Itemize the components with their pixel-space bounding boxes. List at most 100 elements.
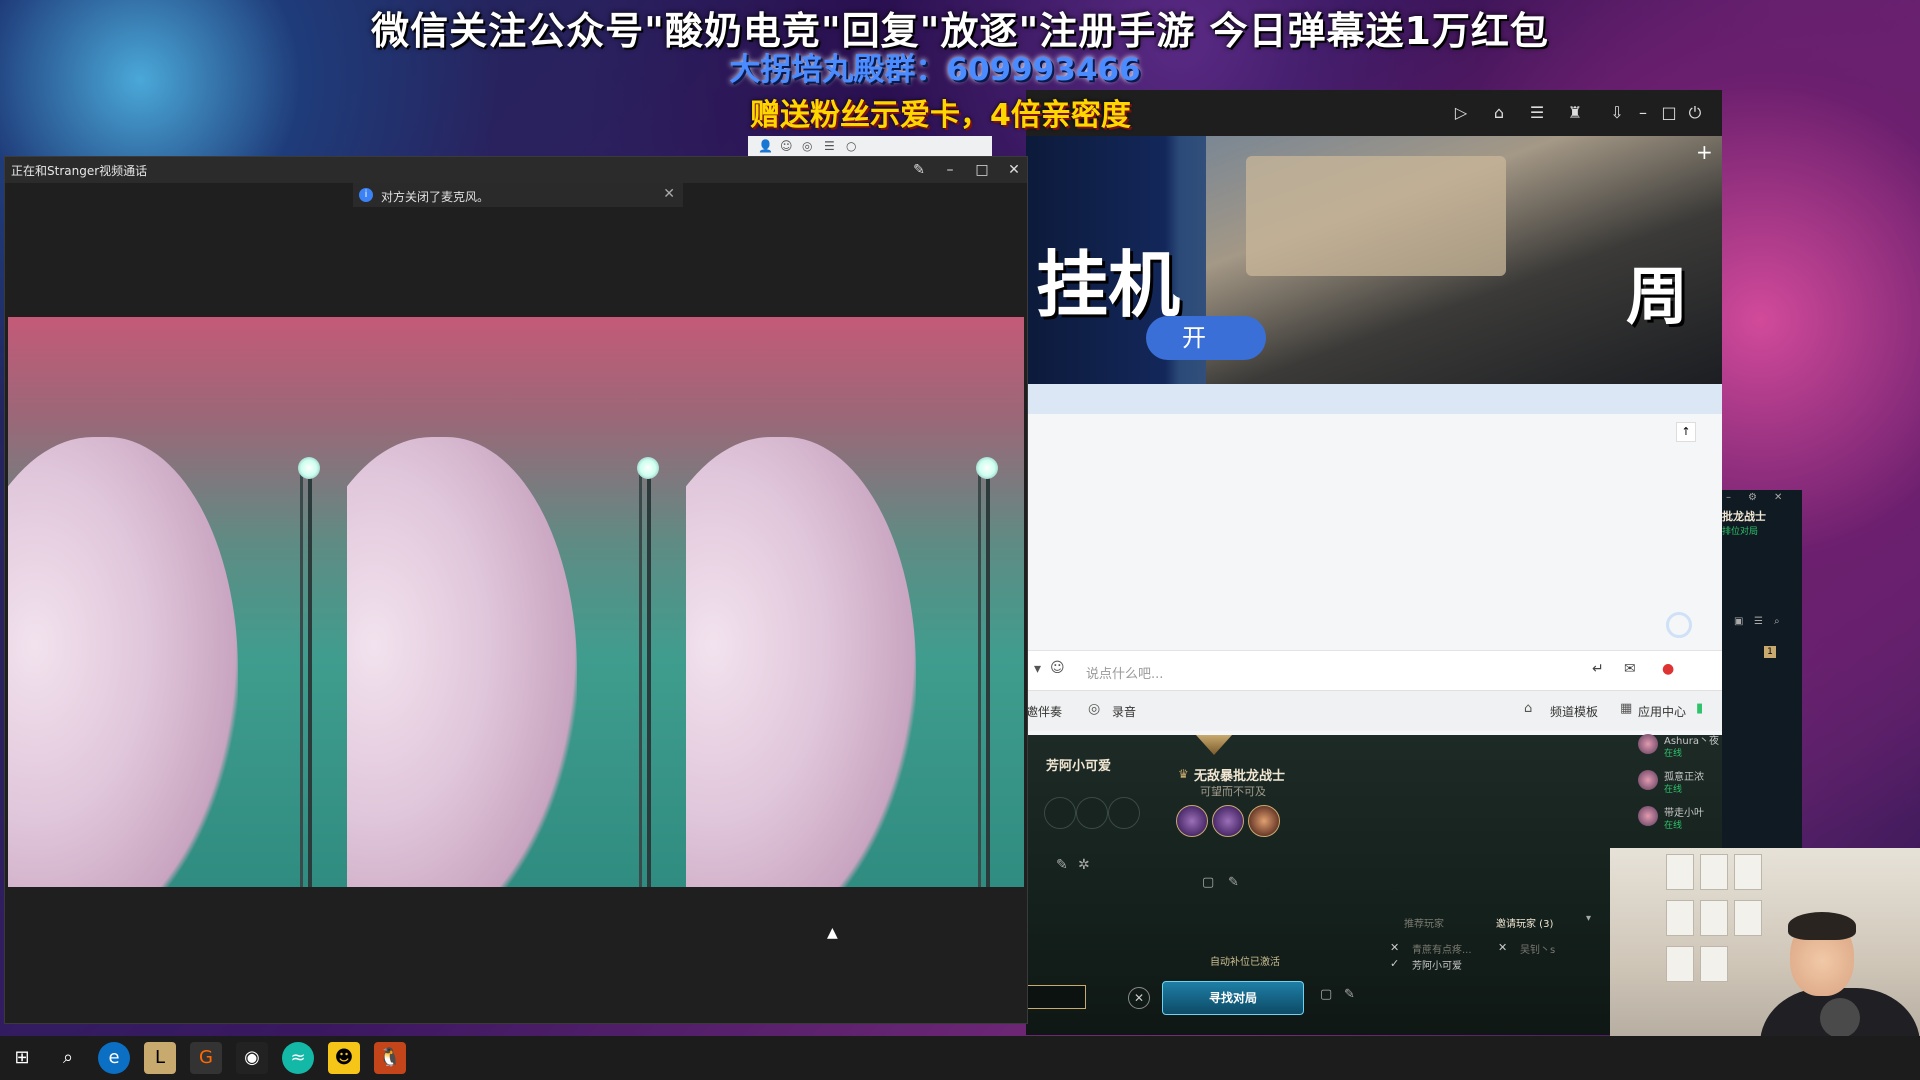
emoji-icon[interactable]: ▾ — [1034, 661, 1041, 677]
close-button[interactable]: ✕ — [1003, 160, 1025, 180]
minimize-button[interactable]: – — [1726, 492, 1731, 503]
grid-icon[interactable]: ▦ — [1620, 701, 1632, 716]
stream-banner-line3: 赠送粉丝示爱卡，4倍亲密度 — [750, 98, 1131, 133]
qq-icon[interactable]: 🐧 — [374, 1042, 406, 1074]
video-call-window: 正在和Stranger视频通话 ✎ – □ ✕ i 对方关闭了麦克风。 ✕ ▲ — [4, 156, 1028, 1024]
chat-input-placeholder[interactable]: 说点什么吧... — [1086, 663, 1163, 682]
edit-icon[interactable]: ✎ — [1228, 875, 1239, 890]
auto-fill-label: 自动补位已激活 — [1210, 957, 1280, 968]
chat-app-icon[interactable]: ≈ — [282, 1042, 314, 1074]
windows-start-icon[interactable]: ⊞ — [6, 1042, 38, 1074]
list-icon[interactable]: ☰ — [1754, 616, 1763, 627]
send-icon[interactable]: ↵ — [1592, 661, 1604, 677]
smile-icon[interactable]: ☺ — [780, 139, 793, 153]
player1-name: 芳阿小可爱 — [1046, 759, 1112, 774]
stream-banner-line2: 大拐培丸殿群：609993466 — [729, 52, 1141, 88]
mic-icon[interactable]: ● — [1662, 661, 1674, 677]
mic-off-toast: i 对方关闭了麦克风。 ✕ — [353, 183, 683, 207]
video-frame-2 — [347, 317, 686, 887]
player2-sub: 可望而不可及 — [1200, 785, 1266, 798]
search-icon[interactable]: ⌕ — [1774, 616, 1780, 627]
stream-banner-line1: 微信关注公众号"酸奶电竞"回复"放逐"注册手游 今日弹幕送1万红包 — [371, 9, 1549, 53]
game-launcher-icon[interactable]: G — [190, 1042, 222, 1074]
list-item[interactable]: 孤意正浓 在线 — [1638, 768, 1718, 800]
promo-banner[interactable]: 挂机 周 开 + — [1026, 136, 1722, 384]
close-button[interactable]: ✕ — [1774, 492, 1782, 503]
crown-icon: ♛ — [1178, 767, 1189, 781]
edit-icon[interactable]: ✎ — [1056, 857, 1068, 873]
user-icon[interactable]: 👤 — [758, 139, 773, 153]
mini-toolbar: 👤 ☺ ◎ ☰ ○ — [748, 136, 992, 158]
list-icon[interactable]: ☰ — [824, 139, 835, 153]
minimize-button[interactable]: – — [939, 160, 961, 180]
tab-invited[interactable]: 邀请玩家 (3) — [1496, 915, 1553, 930]
square-icon[interactable]: ▢ — [1202, 875, 1214, 890]
lol-client-icon[interactable]: L — [144, 1042, 176, 1074]
minimize-button[interactable]: – — [1632, 102, 1654, 124]
avatar — [1638, 770, 1658, 790]
cancel-icon[interactable]: ✕ — [1128, 987, 1150, 1009]
banner-start-button[interactable]: 开 — [1146, 316, 1266, 360]
folder-icon[interactable]: ▣ — [1734, 616, 1743, 627]
friend-name: 孤意正浓 — [1664, 772, 1704, 783]
scroll-top-icon[interactable]: ↑ — [1676, 422, 1696, 442]
settings-icon[interactable]: ✲ — [1078, 857, 1090, 873]
list-icon[interactable]: ☰ — [1526, 102, 1548, 124]
player2-name: 无敌暴批龙战士 — [1194, 769, 1286, 784]
remove-icon[interactable]: ✕ — [1390, 941, 1399, 954]
search-icon[interactable]: ○ — [846, 139, 856, 153]
gear-icon[interactable]: ⚙ — [1748, 492, 1757, 503]
video-call-titlebar: 正在和Stranger视频通话 ✎ – □ ✕ — [5, 157, 1027, 183]
banner-side-text: 周 — [1626, 260, 1689, 333]
rank-emblem — [1196, 735, 1232, 755]
channel-template-label[interactable]: 频道模板 — [1550, 703, 1598, 720]
ship-sail — [1246, 156, 1506, 276]
obs-icon[interactable]: ◉ — [236, 1042, 268, 1074]
video-call-title: 正在和Stranger视频通话 — [11, 164, 148, 178]
video-icon[interactable]: ▷ — [1450, 102, 1472, 124]
chevron-down-icon[interactable]: ▾ — [1586, 913, 1591, 924]
invite-item-2: 芳阿小可爱 — [1412, 961, 1462, 972]
invite-item-3: 吴钊丶s — [1520, 945, 1556, 956]
friend-header-sub: 排位对局 — [1722, 527, 1759, 537]
location-icon[interactable]: ◎ — [802, 139, 812, 153]
maximize-button[interactable]: □ — [1658, 102, 1680, 124]
chat-input-bar[interactable]: ▾ ☺ 说点什么吧... ↵ ✉ ● — [1026, 650, 1722, 691]
add-icon[interactable]: + — [1696, 140, 1713, 164]
maximize-button[interactable]: □ — [971, 160, 993, 180]
template-icon[interactable]: ⌂ — [1524, 701, 1532, 716]
microphone — [1820, 998, 1860, 1038]
edit-icon[interactable]: ✎ — [1344, 987, 1355, 1002]
translate-icon[interactable]: ☺ — [1050, 660, 1065, 676]
pin-icon[interactable]: ✎ — [908, 160, 930, 180]
toast-close-icon[interactable]: ✕ — [663, 186, 675, 202]
friend-header-name: 批龙战士 — [1722, 510, 1766, 523]
list-item[interactable]: Ashura丶夜 在线 — [1638, 732, 1719, 764]
home-icon[interactable]: ⌂ — [1488, 102, 1510, 124]
app-center-label[interactable]: 应用中心 — [1638, 703, 1686, 720]
toast-text: 对方关闭了麦克风。 — [381, 190, 490, 204]
notification-badge[interactable]: 1 — [1764, 646, 1776, 658]
bubble-icon[interactable]: ✉ — [1624, 661, 1636, 677]
square-icon[interactable]: ▢ — [1320, 987, 1332, 1002]
name-field[interactable] — [1026, 985, 1086, 1009]
power-icon[interactable]: ⏻ — [1684, 102, 1706, 124]
loading-icon — [1666, 612, 1692, 638]
list-item[interactable]: 带走小叶 在线 — [1638, 804, 1718, 836]
footer-left-label[interactable]: 邀伴奏 — [1026, 703, 1062, 720]
signal-icon: ▮ — [1696, 701, 1704, 716]
chat-footer: 邀伴奏 ◎ 录音 ⌂ 频道模板 ▦ 应用中心 ▮ — [1026, 690, 1722, 731]
invite-item-1: 青蔗有点疼... — [1412, 945, 1472, 956]
avatar — [1638, 806, 1658, 826]
search-icon[interactable]: ⌕ — [52, 1042, 84, 1074]
download-icon[interactable]: ⇩ — [1606, 102, 1628, 124]
record-label[interactable]: 录音 — [1112, 703, 1136, 720]
owl-app-icon[interactable]: ☻ — [328, 1042, 360, 1074]
gamepad-icon[interactable]: ♜ — [1564, 102, 1586, 124]
record-icon[interactable]: ◎ — [1088, 701, 1100, 717]
friend-name: 带走小叶 — [1664, 808, 1704, 819]
find-match-button[interactable]: 寻找对局 — [1162, 981, 1304, 1015]
tab-recommend[interactable]: 推荐玩家 — [1404, 915, 1444, 930]
remove-icon[interactable]: ✕ — [1498, 941, 1507, 954]
edge-icon[interactable]: e — [98, 1042, 130, 1074]
